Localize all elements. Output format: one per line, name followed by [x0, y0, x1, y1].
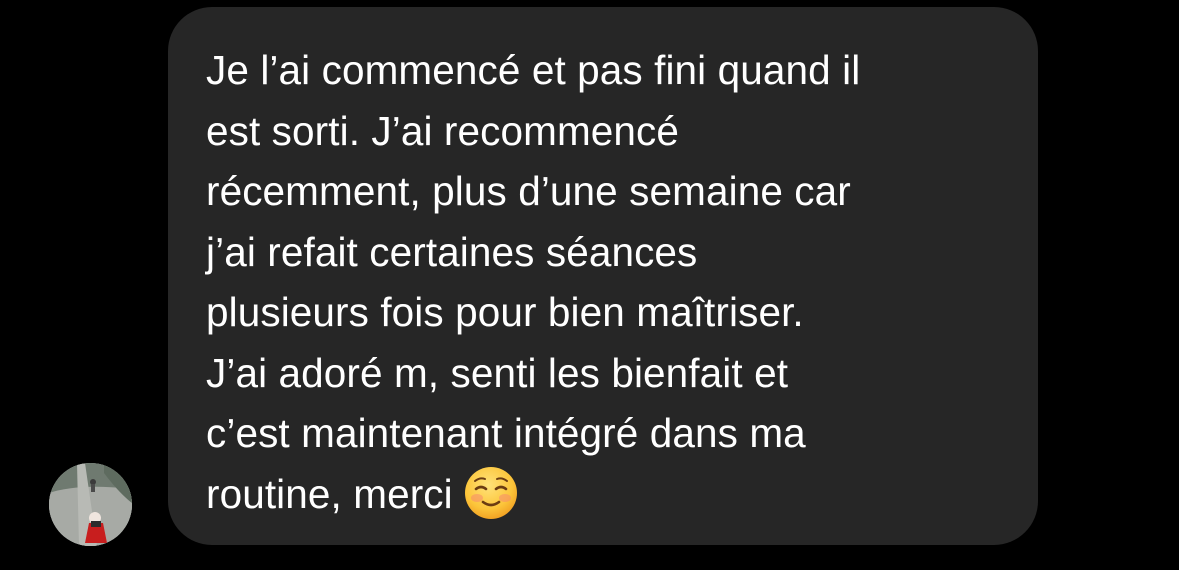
message-line: j’ai refait certaines séances [206, 228, 698, 275]
message-line: récemment, plus d’une semaine car [206, 168, 851, 214]
message-line: J’ai adoré m, senti les bienfait et [206, 349, 789, 396]
message-line: routine, merci [206, 470, 453, 517]
profile-photo-icon [49, 463, 132, 546]
message-last-line: routine, merci [206, 464, 1008, 525]
message-line: plusieurs fois pour bien maîtriser. [206, 289, 804, 335]
conversation-view: Je l’ai commencé et pas fini quand il es… [0, 0, 1179, 570]
message-line: est sorti. J’ai recommencé [206, 107, 679, 154]
smiling-face-icon [463, 465, 519, 521]
message-bubble[interactable]: Je l’ai commencé et pas fini quand il es… [168, 7, 1038, 545]
message-line: c’est maintenant intégré dans ma [206, 410, 806, 456]
message-line: Je l’ai commencé et pas fini quand il [206, 47, 861, 93]
avatar[interactable] [49, 463, 132, 546]
